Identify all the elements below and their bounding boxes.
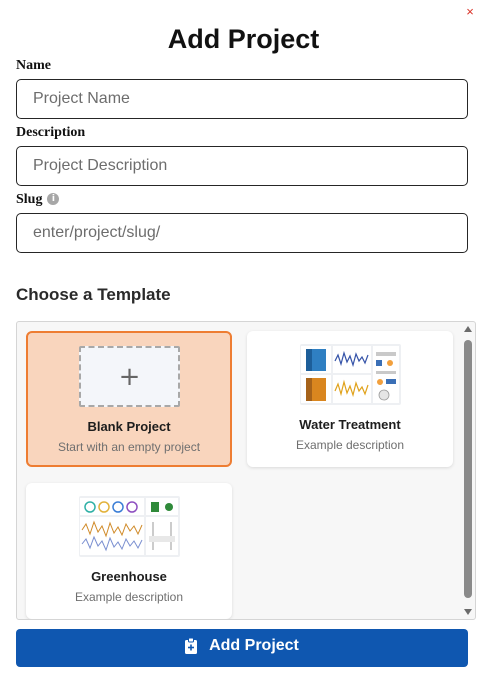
project-description-input[interactable] [16, 146, 468, 186]
project-slug-input[interactable] [16, 213, 468, 253]
template-section-title: Choose a Template [16, 285, 171, 304]
close-icon[interactable]: × [463, 5, 477, 19]
name-label: Name [16, 58, 51, 73]
scroll-down-arrow-icon[interactable] [464, 609, 472, 615]
dashboard-thumbnail-icon [300, 344, 401, 405]
template-card-water-treatment[interactable]: Water Treatment Example description [247, 331, 453, 467]
dashboard-thumbnail-icon [79, 496, 180, 557]
greenhouse-thumbnail [79, 496, 180, 557]
description-label: Description [16, 125, 86, 140]
slug-label: Slug [16, 192, 43, 207]
slug-label-row: Slug i [16, 192, 60, 208]
template-list[interactable]: + Blank Project Start with an empty proj… [16, 321, 476, 620]
add-project-button-label: Add Project [209, 637, 299, 654]
add-project-button[interactable]: Add Project [16, 629, 468, 667]
template-card-blank-project[interactable]: + Blank Project Start with an empty proj… [26, 331, 232, 467]
water-treatment-thumbnail [300, 344, 401, 405]
plus-icon: + [118, 362, 141, 392]
template-name: Greenhouse [91, 569, 167, 584]
template-card-greenhouse[interactable]: Greenhouse Example description [26, 483, 232, 619]
scrollbar-thumb[interactable] [464, 340, 472, 598]
template-list-scrollbar[interactable] [461, 322, 475, 619]
scroll-up-arrow-icon[interactable] [464, 326, 472, 332]
info-icon[interactable]: i [47, 192, 60, 205]
project-name-input[interactable] [16, 79, 468, 119]
blank-template-thumbnail: + [79, 346, 180, 407]
template-description: Example description [295, 438, 405, 452]
clipboard-add-icon [185, 638, 198, 654]
dialog-title: Add Project [167, 24, 320, 54]
template-description: Start with an empty project [57, 440, 201, 454]
template-name: Blank Project [87, 419, 171, 434]
template-description: Example description [74, 590, 184, 604]
template-name: Water Treatment [299, 417, 401, 432]
